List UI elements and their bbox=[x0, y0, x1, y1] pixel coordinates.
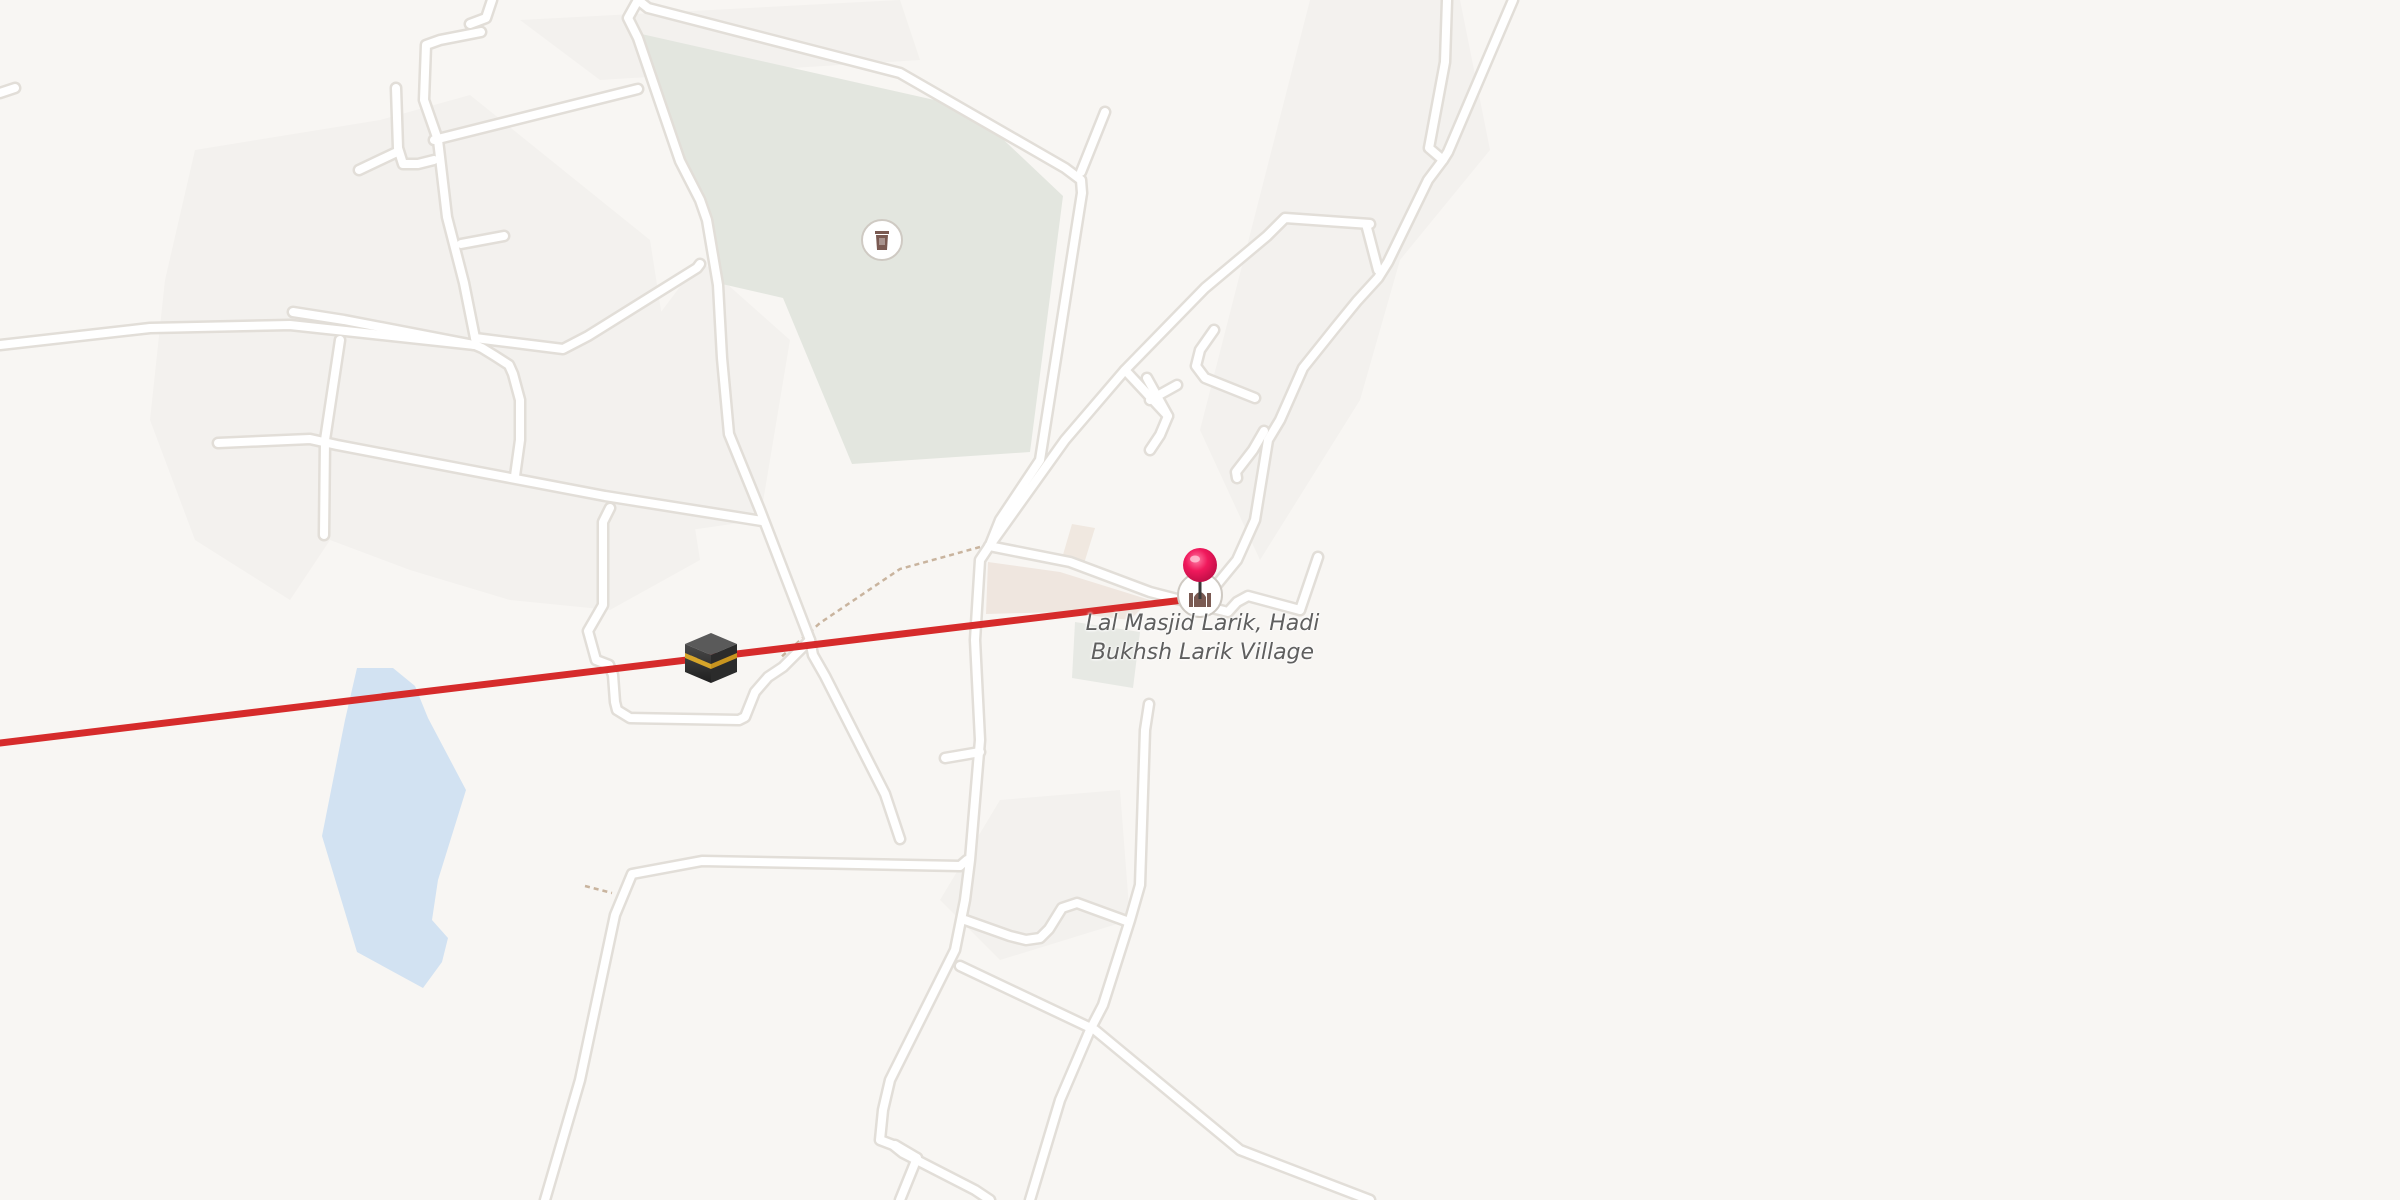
mosque-label[interactable]: Lal Masjid Larik, Hadi Bukhsh Larik Vill… bbox=[1075, 609, 1330, 667]
kaaba-icon[interactable] bbox=[685, 633, 737, 683]
monument-icon[interactable] bbox=[861, 219, 903, 261]
pond bbox=[322, 668, 466, 988]
map-layer[interactable] bbox=[0, 0, 2400, 1200]
map-canvas[interactable]: Lal Masjid Larik, Hadi Bukhsh Larik Vill… bbox=[0, 0, 2400, 1200]
